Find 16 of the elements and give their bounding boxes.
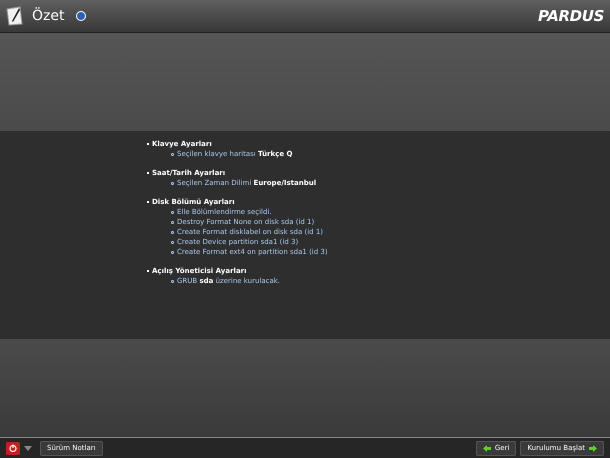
bullet-icon (171, 210, 174, 214)
bullet-icon (171, 240, 174, 244)
bullet-icon (171, 230, 174, 234)
logo: PARDUS (538, 6, 604, 27)
power-icon (9, 444, 17, 452)
bullet-icon (171, 152, 174, 156)
bullet-icon (171, 220, 174, 224)
pencil-paper-icon (6, 6, 24, 26)
power-button[interactable] (6, 442, 20, 454)
left-arrow-icon (482, 444, 491, 452)
bullet-icon (171, 250, 174, 254)
page-title: Özet (32, 6, 64, 26)
bullet-icon (171, 280, 174, 282)
caret-icon[interactable] (24, 446, 32, 450)
right-arrow-icon (589, 444, 597, 452)
bullet-icon (171, 182, 174, 184)
